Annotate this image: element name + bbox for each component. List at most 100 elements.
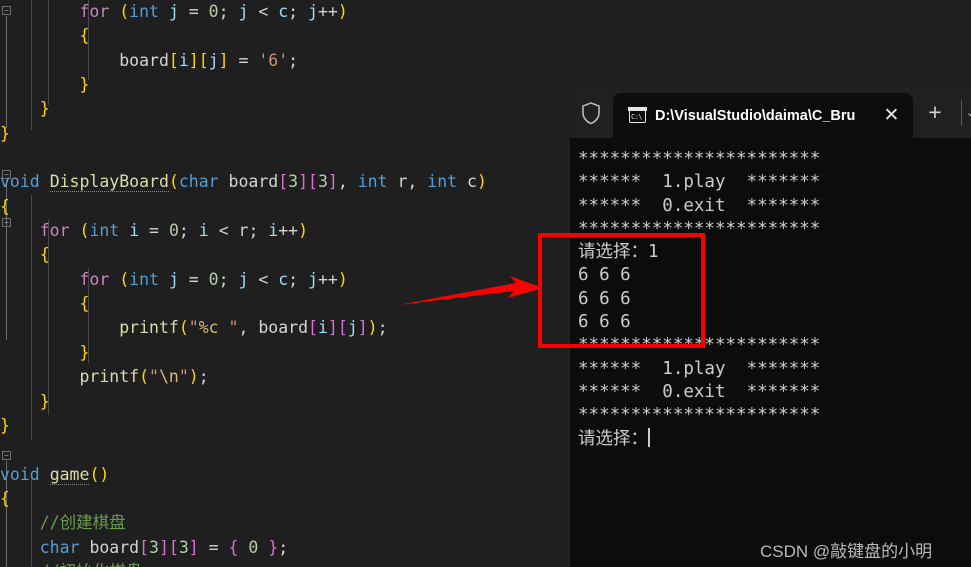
terminal-tab[interactable]: C:\ D:\VisualStudio\daima\C_Brus ✕ [613,93,913,138]
code-token: , [407,172,428,192]
code-token: ++ [278,221,299,241]
code-token: 3 [288,172,299,192]
code-token: ) [298,221,309,241]
code-line: { [0,487,560,511]
code-token: ] [327,318,338,338]
code-token: ) [188,367,199,387]
code-token: j [308,2,318,21]
new-tab-button[interactable]: + [923,101,947,125]
code-token: board [119,50,169,70]
code-token: ++ [317,269,338,289]
code-token: board [228,172,279,192]
code-token: { [0,196,10,216]
code-token: , [337,172,358,192]
code-token: ( [139,367,150,387]
code-token: board [89,537,140,557]
terminal-window[interactable]: C:\ D:\VisualStudio\daima\C_Brus ✕ + ⌄ *… [570,88,971,567]
code-line: { [0,195,560,219]
code-token: ( [168,172,179,192]
code-token: } [0,123,10,143]
code-line: } [0,97,560,121]
code-token: { [79,294,90,314]
code-token: ; [288,50,299,70]
code-token: '6' [258,50,289,70]
code-token: } [0,415,10,435]
code-token: = [178,2,209,21]
code-line: board[i][j] = '6'; [0,49,560,73]
code-token: int [129,269,159,289]
chevron-down-icon[interactable]: ⌄ [966,108,971,119]
code-token: ] [188,537,199,557]
terminal-output: *********************** ****** 1.play ***… [578,148,971,451]
code-token: ; [218,269,239,289]
shield-icon [582,102,600,125]
code-line: } [0,414,560,438]
code-token: int [427,172,458,192]
code-text-area[interactable]: for ( int j = 0; j < c; j ++) { board[i][j… [0,0,560,567]
code-token: j [238,2,249,21]
code-token: 0 [168,221,179,241]
code-token: { [0,488,10,508]
code-token: i [178,50,189,70]
terminal-line: ****** 1.play ******* [578,358,821,379]
code-token: = [228,50,259,70]
code-token: " [149,367,159,387]
code-token: void [0,172,40,192]
code-line: } [0,73,560,97]
code-token: game [49,464,90,485]
code-token: " [188,318,199,338]
terminal-line: 6 6 6 [578,288,631,309]
code-line: { [0,243,560,267]
code-token: " [178,367,189,387]
code-token: i [317,318,328,338]
code-token: j [168,269,179,289]
code-token: ] [298,172,309,192]
terminal-line: *********************** [578,405,821,426]
terminal-titlebar[interactable]: C:\ D:\VisualStudio\daima\C_Brus ✕ + ⌄ [570,88,971,138]
code-token: 3 [178,537,189,557]
csdn-watermark: CSDN @敲键盘的小明 [760,542,933,561]
code-token: 0 [208,269,219,289]
code-line: //初始化棋盘 [0,560,560,567]
code-token: r [238,221,249,241]
code-token: %c [198,318,219,338]
code-token: ] [327,172,338,192]
terminal-body[interactable]: *********************** ****** 1.play ***… [570,138,971,567]
terminal-line: 6 6 6 [578,312,631,333]
code-token: DisplayBoard [49,172,169,193]
code-token: j [238,269,249,289]
code-token: , [238,318,259,338]
code-token: } [79,75,90,95]
code-token: ) [476,172,487,192]
code-token: for [79,269,110,289]
code-token: } [268,537,279,557]
code-token: i [268,221,279,241]
code-token: < [248,269,279,289]
code-token: { [79,26,90,46]
code-token: < [248,2,279,21]
code-token: printf [119,318,179,338]
code-line: char board[3][3] = { 0 }; [0,536,560,560]
terminal-prompt-line: 请选择： [578,427,971,451]
code-token: c [467,172,477,192]
close-icon[interactable]: ✕ [882,106,901,125]
code-token: 0 [248,537,259,557]
code-token: for [79,2,110,21]
